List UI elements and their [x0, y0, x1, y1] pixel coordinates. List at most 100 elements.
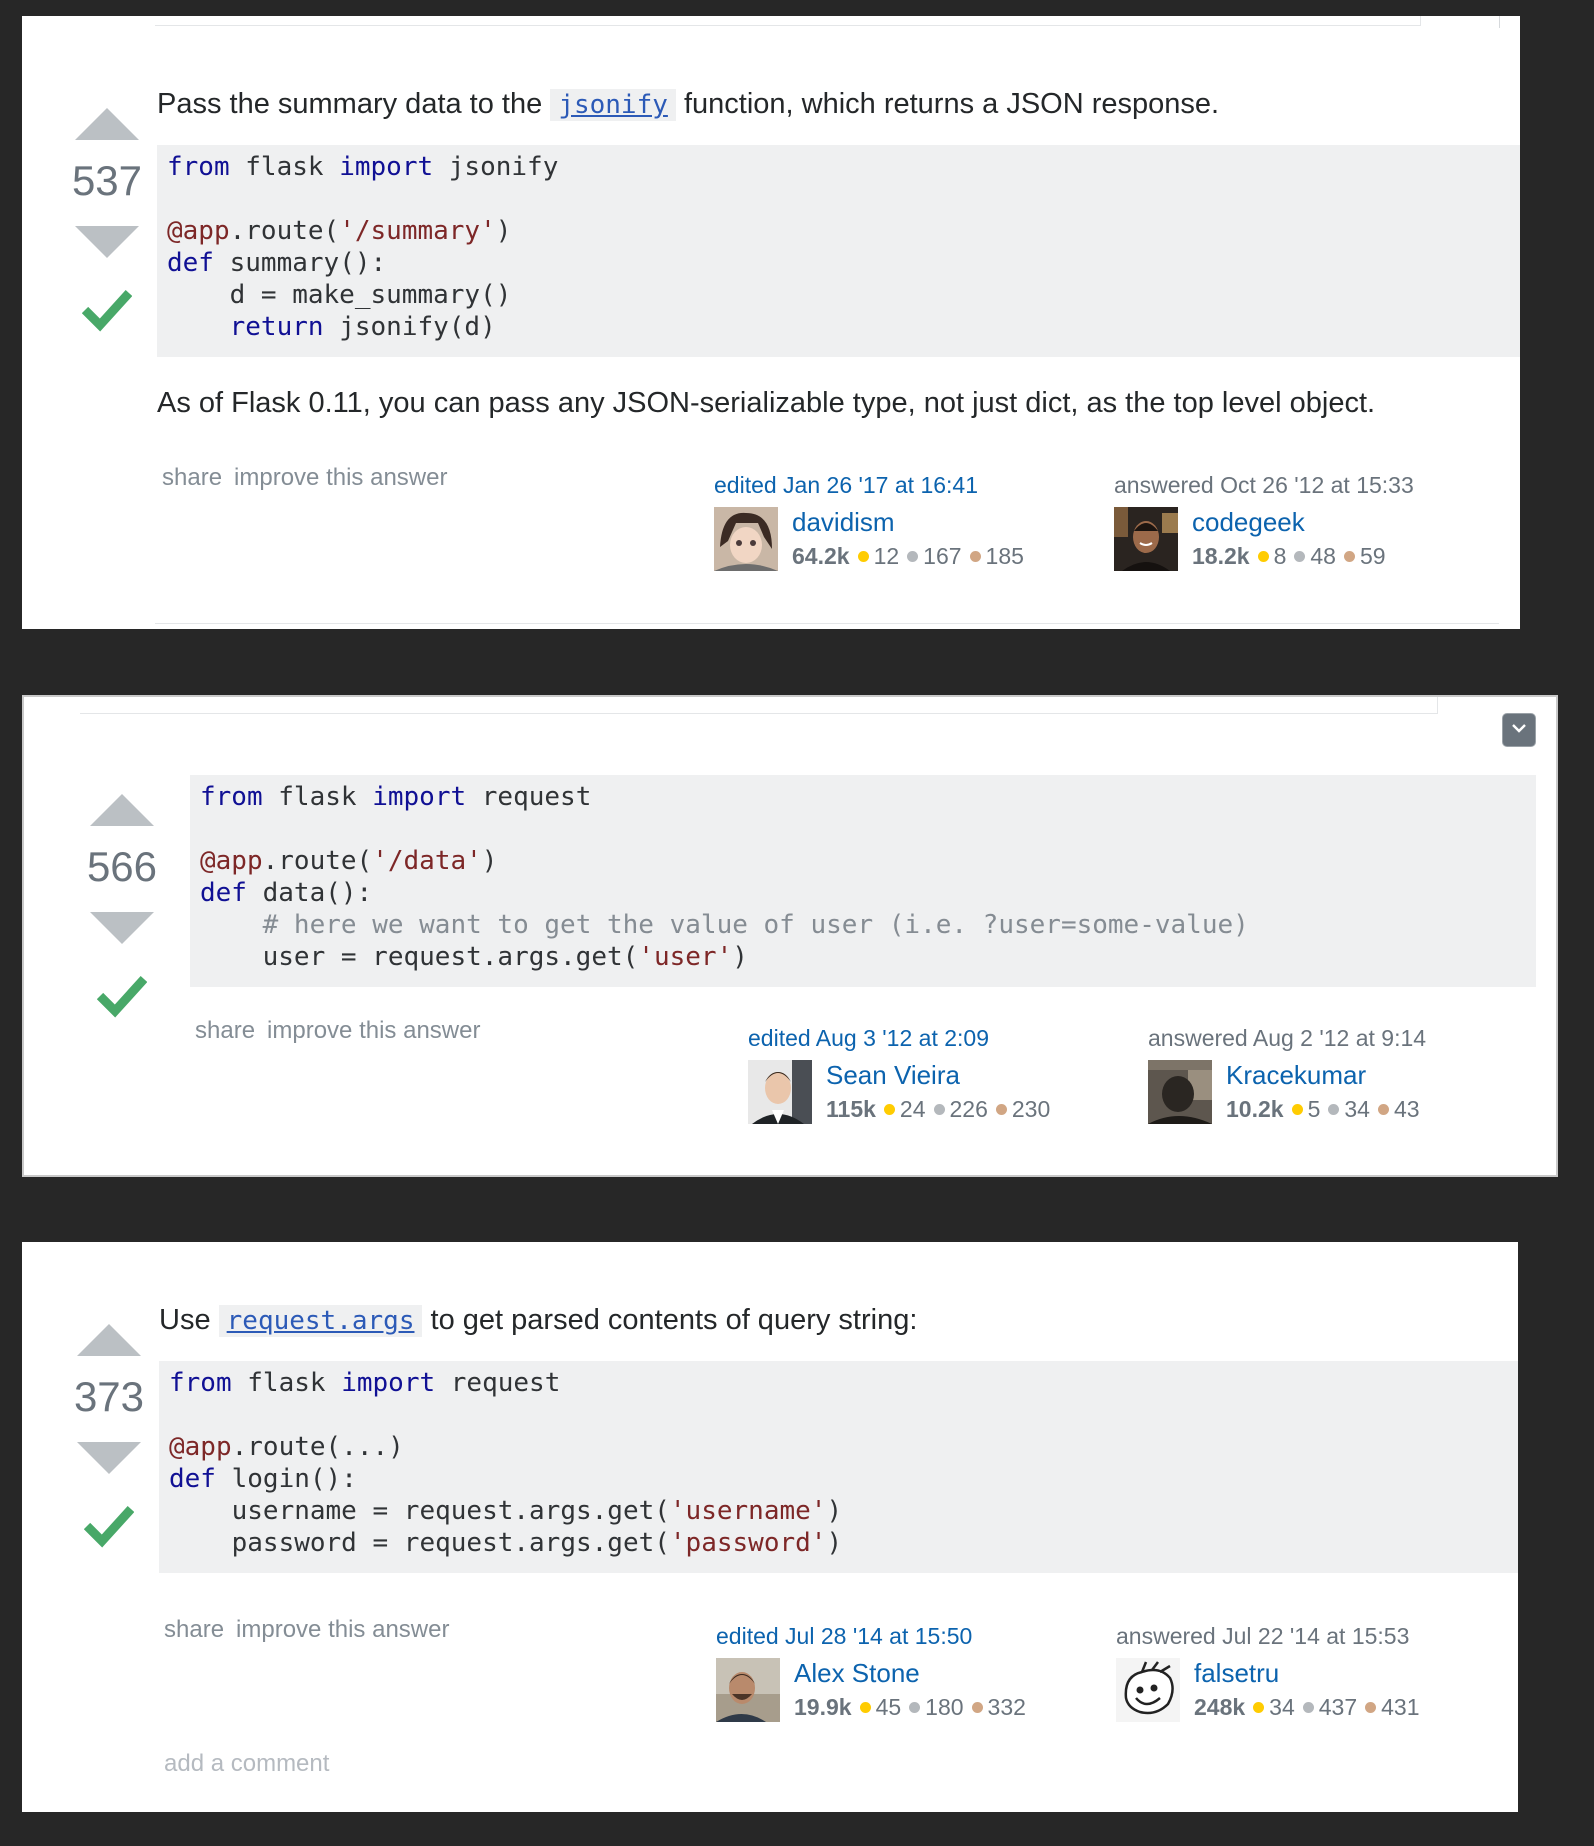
editor-signature: edited Jul 28 '14 at 15:50 Alex Stone 19… — [716, 1622, 1046, 1722]
bronze-count: 59 — [1359, 543, 1386, 569]
avatar[interactable] — [716, 1658, 780, 1722]
editor-signature: edited Aug 3 '12 at 2:09 Sean Vieira 115… — [748, 1024, 1078, 1124]
improve-link[interactable]: improve this answer — [267, 1017, 480, 1044]
reputation-score: 115k — [826, 1096, 876, 1122]
intro-text: Pass the summary data to the — [157, 88, 551, 120]
bronze-badge-icon — [1343, 551, 1355, 563]
answered-time[interactable]: answered Aug 2 '12 at 9:14 — [1148, 1024, 1478, 1052]
avatar[interactable] — [1148, 1060, 1212, 1124]
vote-cell: 373 — [69, 1324, 149, 1554]
bronze-count: 43 — [1393, 1096, 1420, 1122]
share-link[interactable]: share — [162, 464, 222, 491]
downvote-arrow-icon[interactable] — [90, 912, 154, 944]
gold-count: 8 — [1273, 543, 1287, 569]
user-reputation: 64.2k 12 167 185 — [792, 541, 1024, 571]
user-reputation: 18.2k 8 48 59 — [1192, 541, 1386, 571]
avatar[interactable] — [714, 507, 778, 571]
silver-count: 48 — [1310, 543, 1336, 569]
gold-badge-icon — [1257, 551, 1269, 563]
vote-cell: 537 — [67, 108, 147, 338]
edited-time[interactable]: edited Jul 28 '14 at 15:50 — [716, 1622, 1046, 1650]
silver-badge-icon — [907, 551, 919, 563]
reputation-score: 64.2k — [792, 543, 850, 569]
silver-count: 437 — [1318, 1694, 1358, 1720]
improve-link[interactable]: improve this answer — [234, 464, 447, 491]
bronze-badge-icon — [995, 1104, 1007, 1116]
bronze-count: 230 — [1011, 1096, 1051, 1122]
intro-text: Use — [159, 1304, 219, 1336]
user-name[interactable]: davidism — [792, 507, 1024, 537]
upvote-arrow-icon[interactable] — [90, 794, 154, 826]
chevron-down-icon[interactable] — [1502, 713, 1536, 747]
downvote-arrow-icon[interactable] — [77, 1442, 141, 1474]
vote-count: 537 — [71, 157, 143, 204]
divider — [155, 623, 1499, 624]
bronze-badge-icon — [1377, 1104, 1389, 1116]
silver-badge-icon — [909, 1702, 921, 1714]
share-link[interactable]: share — [164, 1616, 224, 1643]
add-comment-link[interactable]: add a comment — [164, 1750, 329, 1778]
reputation-score: 18.2k — [1192, 543, 1250, 569]
divider — [1499, 16, 1500, 28]
share-link[interactable]: share — [195, 1017, 255, 1044]
silver-badge-icon — [933, 1104, 945, 1116]
gold-badge-icon — [1291, 1104, 1303, 1116]
user-name[interactable]: Alex Stone — [794, 1658, 1026, 1688]
post-intro: Use request.args to get parsed contents … — [159, 1302, 1518, 1339]
user-reputation: 248k 34 437 431 — [1194, 1692, 1420, 1722]
downvote-arrow-icon[interactable] — [75, 226, 139, 258]
upvote-arrow-icon[interactable] — [75, 108, 139, 140]
gold-badge-icon — [857, 551, 869, 563]
silver-badge-icon — [1328, 1104, 1340, 1116]
post-menu: share improve this answer — [162, 464, 459, 492]
user-reputation: 10.2k 5 34 43 — [1226, 1094, 1420, 1124]
upvote-arrow-icon[interactable] — [77, 1324, 141, 1356]
code-line: password = request.args.get('password') — [169, 1528, 843, 1558]
code-line: @app.route('/summary') — [167, 216, 512, 246]
bronze-count: 431 — [1381, 1694, 1420, 1720]
improve-link[interactable]: improve this answer — [236, 1616, 449, 1643]
gold-count: 45 — [875, 1694, 902, 1720]
code-block: from flask import request @app.route(...… — [159, 1361, 1518, 1573]
silver-badge-icon — [1294, 551, 1306, 563]
jsonify-link[interactable]: jsonify — [550, 89, 676, 121]
post-body: from flask import request @app.route('/d… — [190, 775, 1536, 987]
bronze-badge-icon — [1365, 1702, 1377, 1714]
avatar[interactable] — [748, 1060, 812, 1124]
answer-card-2: 566 from flask import request @app.route… — [22, 695, 1558, 1177]
user-name[interactable]: Sean Vieira — [826, 1060, 1050, 1090]
accepted-check-icon — [82, 288, 132, 338]
gold-badge-icon — [859, 1702, 871, 1714]
vote-count: 373 — [73, 1373, 145, 1420]
user-name[interactable]: Kracekumar — [1226, 1060, 1420, 1090]
silver-badge-icon — [1302, 1702, 1314, 1714]
code-line: return jsonify(d) — [229, 312, 496, 342]
silver-count: 226 — [949, 1096, 988, 1122]
gold-badge-icon — [1253, 1702, 1265, 1714]
gold-count: 12 — [873, 543, 900, 569]
answered-time[interactable]: answered Oct 26 '12 at 15:33 — [1114, 471, 1444, 499]
request-args-link[interactable]: request.args — [218, 1305, 423, 1337]
user-name[interactable]: falsetru — [1194, 1658, 1420, 1688]
avatar[interactable] — [1114, 507, 1178, 571]
silver-count: 34 — [1344, 1096, 1370, 1122]
code-line: @app.route(...) — [169, 1432, 404, 1462]
code-line: def login(): — [169, 1464, 357, 1494]
gold-count: 5 — [1307, 1096, 1321, 1122]
avatar[interactable] — [1116, 1658, 1180, 1722]
code-line: username = request.args.get('username') — [169, 1496, 843, 1526]
silver-count: 167 — [923, 543, 962, 569]
editor-signature: edited Jan 26 '17 at 16:41 davidism 64.2… — [714, 471, 1044, 571]
intro-text: to get parsed contents of query string: — [422, 1304, 918, 1336]
code-line: d = make_summary() — [167, 280, 512, 310]
bronze-badge-icon — [971, 1702, 983, 1714]
user-name[interactable]: codegeek — [1192, 507, 1386, 537]
edited-time[interactable]: edited Aug 3 '12 at 2:09 — [748, 1024, 1078, 1052]
edited-time[interactable]: edited Jan 26 '17 at 16:41 — [714, 471, 1044, 499]
code-line: @app.route('/data') — [200, 846, 498, 876]
code-line: # here we want to get the value of user … — [262, 910, 1249, 940]
answered-time[interactable]: answered Jul 22 '14 at 15:53 — [1116, 1622, 1446, 1650]
gold-count: 34 — [1269, 1694, 1295, 1720]
intro-text: function, which returns a JSON response. — [675, 88, 1220, 120]
code-line: def summary(): — [167, 248, 387, 278]
